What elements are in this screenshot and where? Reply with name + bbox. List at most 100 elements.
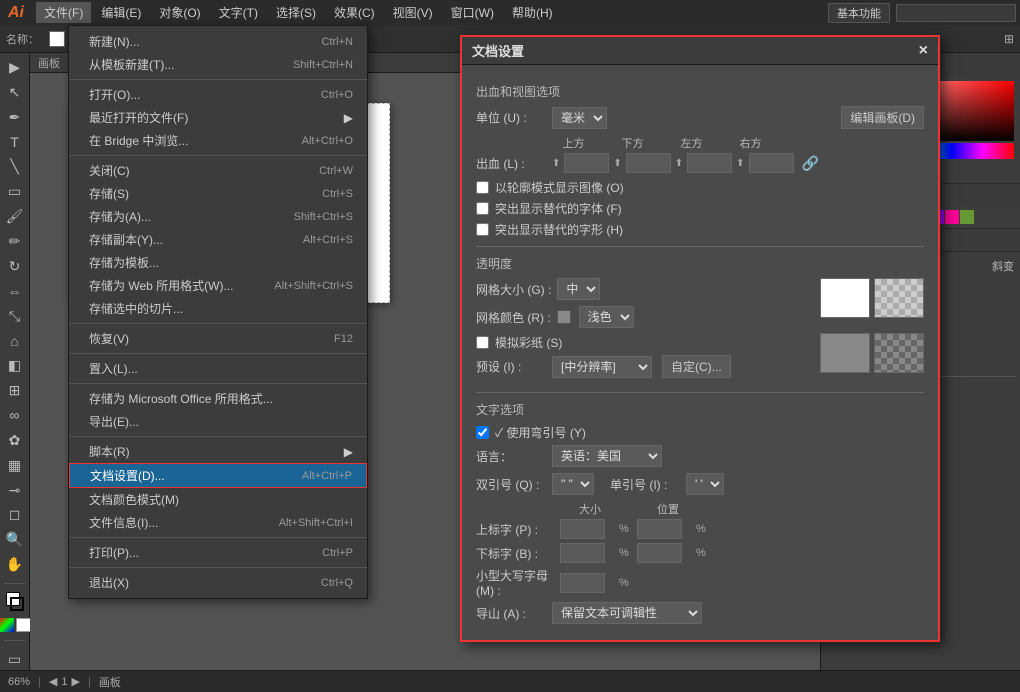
canvas-thumbnail bbox=[49, 31, 65, 47]
small-caps-input[interactable]: 70 bbox=[560, 573, 605, 593]
arrange-icon[interactable]: ⊞ bbox=[1004, 32, 1014, 46]
tool-reflect[interactable]: ⇔ bbox=[4, 281, 26, 302]
bleed-right-input[interactable]: 0 mm bbox=[749, 153, 794, 173]
single-quote-select[interactable]: ' ' bbox=[686, 473, 724, 495]
dialog-close-btn[interactable]: × bbox=[919, 42, 928, 60]
sup-pos-input[interactable]: 33.3 bbox=[637, 519, 682, 539]
grid-color-label: 网格颜色 (R) : bbox=[476, 309, 551, 326]
menu-save-web[interactable]: 存储为 Web 所用格式(W)... Alt+Shift+Ctrl+S bbox=[69, 274, 367, 297]
preset-select[interactable]: [中分辨率] bbox=[552, 356, 652, 378]
s9[interactable] bbox=[945, 210, 959, 224]
menu-save-copy[interactable]: 存储副本(Y)... Alt+Ctrl+S bbox=[69, 228, 367, 251]
bleed-row: 出血 (L) : ⬆ 0 mm ⬆ 0 mm ⬆ 0 mm ⬆ 0 mm 🔗 bbox=[476, 153, 924, 173]
tool-slice[interactable]: ⊸ bbox=[4, 480, 26, 501]
tool-pencil[interactable]: ✏ bbox=[4, 231, 26, 252]
sep-status1: | bbox=[38, 676, 41, 688]
menu-new[interactable]: 新建(N)... Ctrl+N bbox=[69, 30, 367, 53]
grid-size-select[interactable]: 中 bbox=[557, 278, 600, 300]
nav-prev-btn[interactable]: ◀ bbox=[49, 675, 57, 688]
grid-color-select[interactable]: 浅色 bbox=[579, 306, 634, 328]
menu-items: 文件(F) 编辑(E) 对象(O) 文字(T) 选择(S) 效果(C) 视图(V… bbox=[36, 2, 561, 23]
unit-label: 单位 (U) : bbox=[476, 109, 546, 126]
link-bleed-icon[interactable]: 🔗 bbox=[802, 155, 819, 172]
menu-effect[interactable]: 效果(C) bbox=[326, 2, 383, 23]
double-quote-select[interactable]: " " bbox=[552, 473, 594, 495]
fill-stroke-indicator[interactable] bbox=[4, 592, 26, 612]
menu-view[interactable]: 视图(V) bbox=[385, 2, 441, 23]
check-font[interactable] bbox=[476, 202, 489, 215]
bleed-top-header: 上方 bbox=[546, 135, 601, 151]
menu-revert[interactable]: 恢复(V) F12 bbox=[69, 327, 367, 350]
menu-object[interactable]: 对象(O) bbox=[151, 2, 208, 23]
menu-edit[interactable]: 编辑(E) bbox=[93, 2, 149, 23]
menu-print[interactable]: 打印(P)... Ctrl+P bbox=[69, 541, 367, 564]
simulate-paper-check[interactable] bbox=[476, 336, 489, 349]
bleed-bottom-input[interactable]: 0 mm bbox=[626, 153, 671, 173]
tool-gradient[interactable]: ◧ bbox=[4, 355, 26, 376]
tool-column[interactable]: ▦ bbox=[4, 455, 26, 476]
tool-blend[interactable]: ∞ bbox=[4, 405, 26, 426]
tool-mesh[interactable]: ⊞ bbox=[4, 380, 26, 401]
menu-close[interactable]: 关闭(C) Ctrl+W bbox=[69, 159, 367, 182]
tool-rotate[interactable]: ↻ bbox=[4, 256, 26, 277]
search-input[interactable] bbox=[896, 4, 1016, 22]
language-select[interactable]: 英语：美国 bbox=[552, 445, 662, 467]
sup-size-input[interactable]: 58.3 bbox=[560, 519, 605, 539]
menu-help[interactable]: 帮助(H) bbox=[504, 2, 561, 23]
s10[interactable] bbox=[960, 210, 974, 224]
menu-save-as[interactable]: 存储为(A)... Shift+Ctrl+S bbox=[69, 205, 367, 228]
check-glyph-label: 突出显示替代的字形 (H) bbox=[495, 221, 623, 238]
sub-pos-input[interactable]: 33.3 bbox=[637, 543, 682, 563]
nav-next-btn[interactable]: ▶ bbox=[71, 675, 79, 688]
color-mode-btn[interactable] bbox=[0, 618, 14, 632]
menu-export[interactable]: 导出(E)... bbox=[69, 410, 367, 433]
check-glyph[interactable] bbox=[476, 223, 489, 236]
menu-new-template[interactable]: 从模板新建(T)... Shift+Ctrl+N bbox=[69, 53, 367, 76]
check-outline[interactable] bbox=[476, 181, 489, 194]
menu-select[interactable]: 选择(S) bbox=[268, 2, 324, 23]
tool-select[interactable]: ▶ bbox=[4, 57, 26, 78]
tool-direct-select[interactable]: ↖ bbox=[4, 82, 26, 103]
tool-type[interactable]: T bbox=[4, 132, 26, 153]
tool-rect[interactable]: ▭ bbox=[4, 181, 26, 202]
stroke-box[interactable] bbox=[10, 597, 24, 611]
menu-save[interactable]: 存储(S) Ctrl+S bbox=[69, 182, 367, 205]
tool-zoom[interactable]: 🔍 bbox=[4, 529, 26, 550]
tool-scale[interactable]: ⤡ bbox=[4, 306, 26, 327]
unit-select[interactable]: 毫米 bbox=[552, 107, 607, 129]
tool-warp[interactable]: ⌂ bbox=[4, 330, 26, 351]
menu-open[interactable]: 打开(O)... Ctrl+O bbox=[69, 83, 367, 106]
screen-mode-btn[interactable]: ▭ bbox=[4, 649, 26, 670]
workspace-button[interactable]: 基本功能 bbox=[828, 3, 890, 23]
menu-quit[interactable]: 退出(X) Ctrl+Q bbox=[69, 571, 367, 594]
tool-paintbrush[interactable]: 🖌 bbox=[4, 206, 26, 227]
menu-file-info[interactable]: 文件信息(I)... Alt+Shift+Ctrl+I bbox=[69, 511, 367, 534]
menu-save-slices[interactable]: 存储选中的切片... bbox=[69, 297, 367, 320]
edit-artboard-btn[interactable]: 编辑画板(D) bbox=[841, 106, 924, 129]
sub-size-input[interactable]: 58.3 bbox=[560, 543, 605, 563]
menu-doc-settings[interactable]: 文档设置(D)... Alt+Ctrl+P bbox=[69, 463, 367, 488]
menu-text[interactable]: 文字(T) bbox=[211, 2, 266, 23]
check-font-row: 突出显示替代的字体 (F) bbox=[476, 200, 924, 217]
tool-line[interactable]: ╲ bbox=[4, 156, 26, 177]
menu-scripts[interactable]: 脚本(R) ▶ bbox=[69, 440, 367, 463]
menu-bridge[interactable]: 在 Bridge 中浏览... Alt+Ctrl+O bbox=[69, 129, 367, 152]
grid-color-swatch[interactable] bbox=[557, 310, 571, 324]
menu-recent[interactable]: 最近打开的文件(F) ▶ bbox=[69, 106, 367, 129]
baseline-select[interactable]: 保留文本可调辑性 bbox=[552, 602, 702, 624]
tool-symbol[interactable]: ✿ bbox=[4, 430, 26, 451]
preset-row: 预设 (I) : [中分辨率] 自定(C)... bbox=[476, 355, 810, 378]
tool-eraser[interactable]: ◻ bbox=[4, 504, 26, 525]
tool-pen[interactable]: ✒ bbox=[4, 107, 26, 128]
tool-hand[interactable]: ✋ bbox=[4, 554, 26, 575]
menu-save-template[interactable]: 存储为模板... bbox=[69, 251, 367, 274]
menu-color-mode[interactable]: 文档颜色模式(M) bbox=[69, 488, 367, 511]
use-quotes-check[interactable] bbox=[476, 426, 489, 439]
bleed-left-input[interactable]: 0 mm bbox=[687, 153, 732, 173]
menu-file[interactable]: 文件(F) bbox=[36, 2, 91, 23]
menu-window[interactable]: 窗口(W) bbox=[443, 2, 502, 23]
customize-btn[interactable]: 自定(C)... bbox=[662, 355, 731, 378]
bleed-top-input[interactable]: 0 mm bbox=[564, 153, 609, 173]
menu-save-office[interactable]: 存储为 Microsoft Office 所用格式... bbox=[69, 387, 367, 410]
menu-place[interactable]: 置入(L)... bbox=[69, 357, 367, 380]
